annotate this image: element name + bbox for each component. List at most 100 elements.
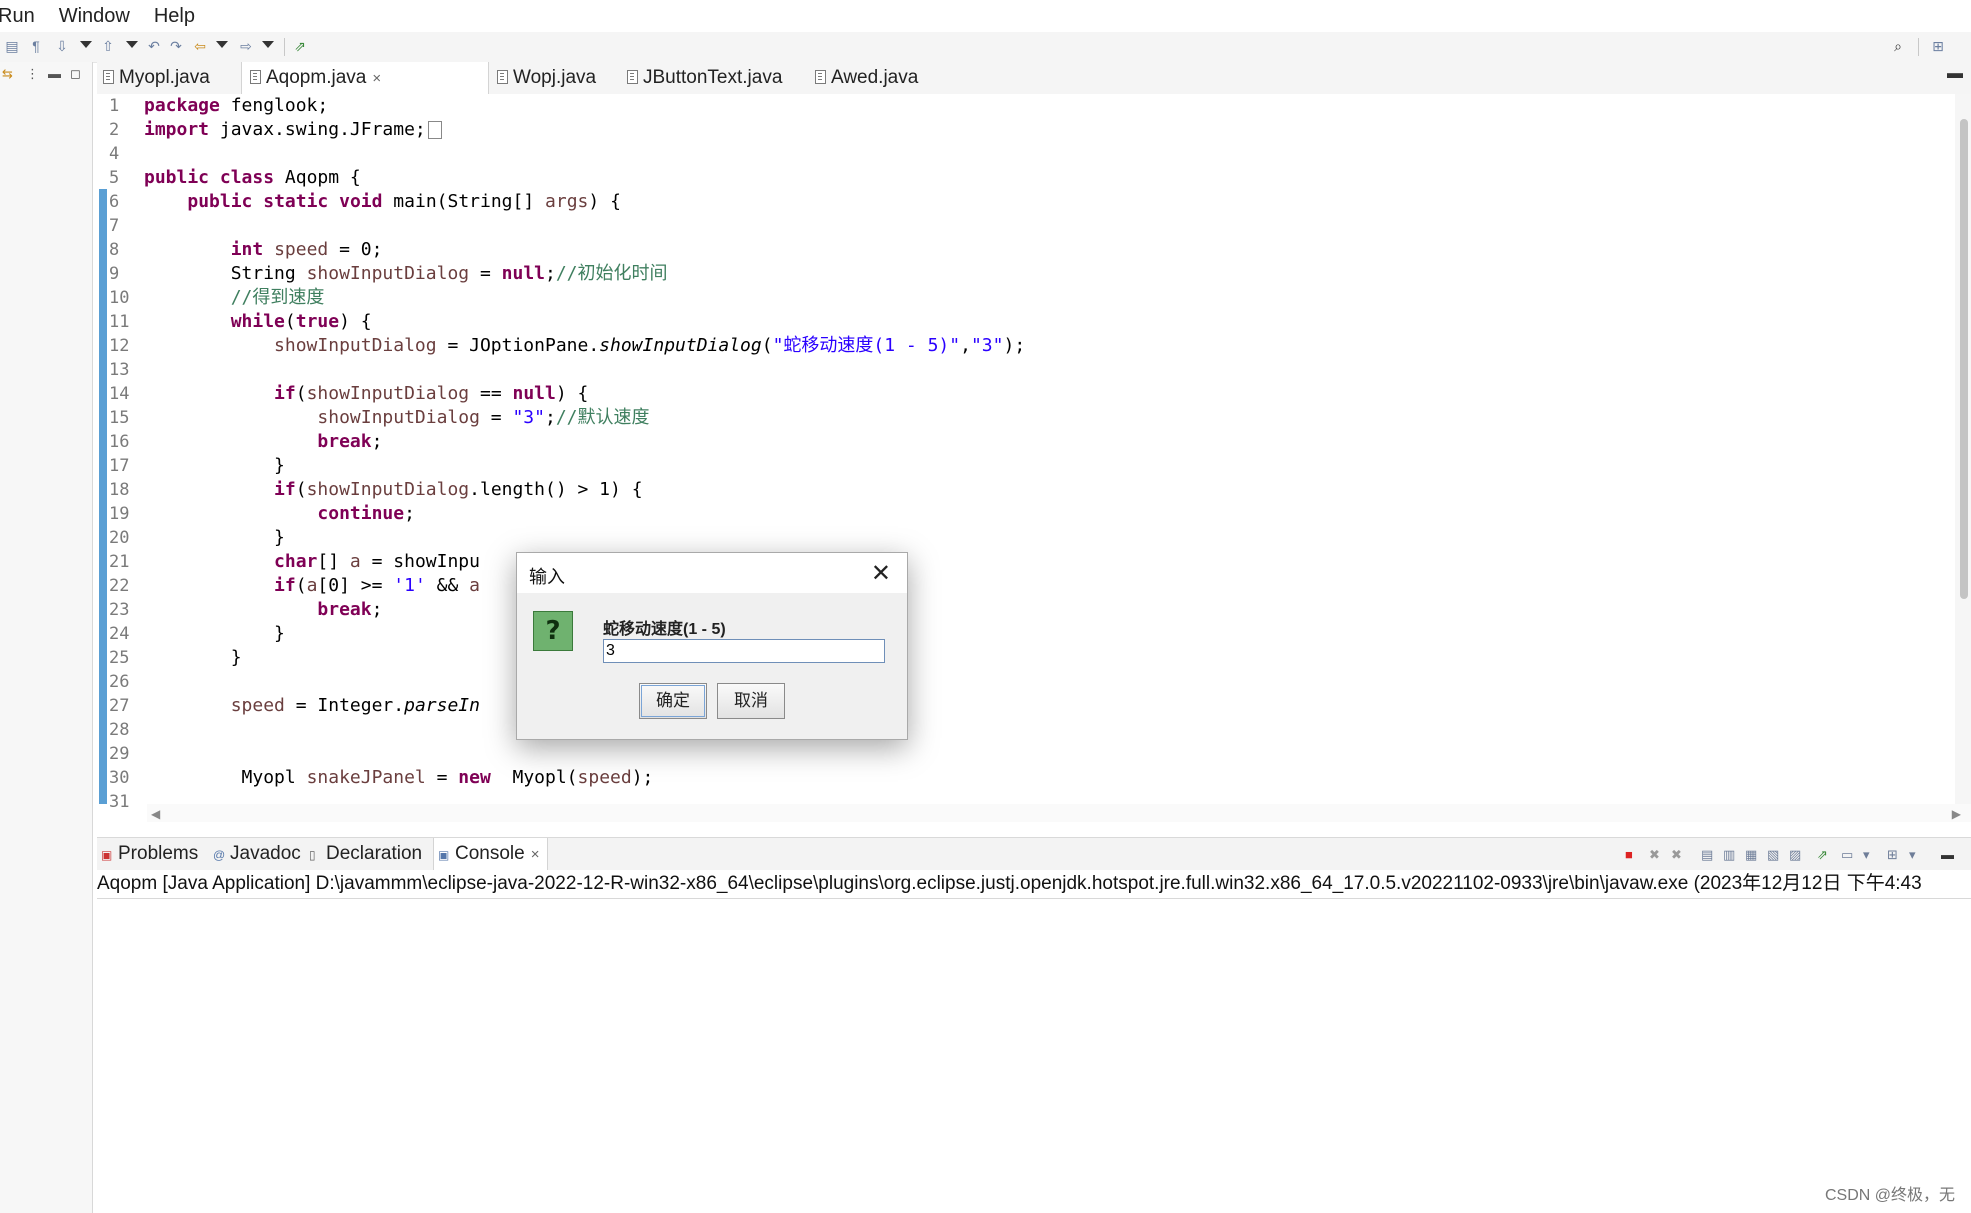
code-line[interactable]: break; [144, 598, 382, 622]
code-line[interactable]: if(showInputDialog == null) { [144, 382, 588, 406]
code-line[interactable]: import javax.swing.JFrame; [144, 118, 442, 142]
next-annotation-icon[interactable]: ⇩ [54, 38, 70, 54]
tab-wopj[interactable]: Wopj.java [497, 62, 627, 94]
folded-imports-icon[interactable] [427, 121, 442, 139]
pin-editor-icon[interactable]: ⇗ [292, 38, 308, 54]
code-line[interactable]: if(showInputDialog.length() > 1) { [144, 478, 642, 502]
line-number: 9 [109, 264, 120, 284]
line-number: 22 [109, 576, 130, 596]
view-menu-icon[interactable]: ⋮ [26, 66, 39, 82]
package-explorer-icon[interactable]: ⇆ [2, 66, 13, 82]
code-line[interactable]: public class Aqopm { [144, 166, 361, 190]
remove-launch-icon[interactable]: ✖ [1649, 847, 1660, 863]
code-line[interactable]: char[] a = showInpu [144, 550, 480, 574]
search-icon[interactable]: ⌕ [1890, 38, 1906, 54]
code-line[interactable]: String showInputDialog = null;//初始化时间 [144, 262, 668, 286]
line-number: 1 [109, 96, 120, 116]
tab-jbuttontext[interactable]: JButtonText.java [627, 62, 802, 94]
code-line[interactable]: int speed = 0; [144, 238, 383, 262]
menu-window[interactable]: Window [59, 5, 140, 28]
line-number: 13 [109, 360, 130, 380]
tab-aqopm[interactable]: Aqopm.java × [241, 62, 489, 94]
scrollbar-thumb[interactable] [1960, 119, 1968, 599]
chevron-down-icon[interactable] [80, 41, 92, 48]
scroll-left-icon[interactable]: ◀ [151, 807, 160, 821]
scroll-right-icon[interactable]: ▶ [1952, 807, 1961, 821]
chevron-down-icon[interactable]: ▾ [1863, 847, 1870, 863]
code-line[interactable]: if(a[0] >= '1' && a [144, 574, 480, 598]
code-line[interactable]: //得到速度 [144, 286, 325, 310]
back-arrow-icon[interactable]: ⇦ [192, 38, 208, 54]
pin-console-icon[interactable]: ⇗ [1817, 847, 1828, 863]
tab-console[interactable]: ▣ Console × [433, 838, 549, 870]
menu-bar: Run Window Help [0, 0, 1971, 32]
java-file-icon [103, 70, 114, 84]
tab-javadoc[interactable]: @ Javadoc [213, 838, 301, 870]
code-editor[interactable]: 1 2 4 5 6 7 8 9 10 11 12 13 14 15 16 17 18 19 20 21 22 23 24 25… [97, 94, 1971, 822]
code-line[interactable]: continue; [144, 502, 415, 526]
code-line[interactable]: } [144, 454, 285, 478]
code-line[interactable]: } [144, 622, 285, 646]
tab-label: Console [455, 843, 525, 864]
minimize-icon[interactable]: ▬ [48, 66, 61, 81]
forward-arrow-icon[interactable]: ⇨ [238, 38, 254, 54]
code-line[interactable]: break; [144, 430, 382, 454]
line-number: 15 [109, 408, 130, 428]
minimize-icon[interactable]: ▬ [1941, 847, 1954, 862]
watermark: CSDN @终极，无 [1824, 1187, 1955, 1204]
minimize-icon[interactable]: ▬ [1947, 65, 1963, 83]
menu-help[interactable]: Help [154, 5, 205, 28]
code-line[interactable]: } [144, 526, 285, 550]
chevron-down-icon[interactable] [262, 41, 274, 48]
code-line[interactable]: showInputDialog = JOptionPane.showInputD… [144, 334, 1025, 358]
terminate-icon[interactable]: ■ [1625, 847, 1633, 862]
word-wrap-icon[interactable]: ▦ [1745, 847, 1757, 863]
close-icon[interactable]: × [372, 70, 381, 87]
forward-edit-icon[interactable]: ↷ [168, 38, 184, 54]
horizontal-scrollbar[interactable]: ◀ ▶ [147, 804, 1971, 822]
menu-run[interactable]: Run [0, 5, 45, 28]
dialog-titlebar[interactable]: 输入 ✕ [517, 553, 907, 593]
tab-declaration[interactable]: ▯ Declaration [309, 838, 422, 870]
line-number: 28 [109, 720, 130, 740]
code-line[interactable]: while(true) { [144, 310, 372, 334]
scroll-lock-icon[interactable]: ▥ [1723, 847, 1735, 863]
ok-button[interactable]: 确定 [639, 683, 707, 719]
open-console-icon[interactable]: ⊞ [1887, 847, 1898, 863]
code-line[interactable]: } [144, 646, 242, 670]
vertical-scrollbar[interactable] [1955, 94, 1971, 804]
code-line[interactable]: public static void main(String[] args) { [144, 190, 621, 214]
show-on-error-icon[interactable]: ▨ [1789, 847, 1801, 863]
previous-annotation-icon[interactable]: ⇧ [100, 38, 116, 54]
code-line[interactable]: speed = Integer.parseIn [144, 694, 480, 718]
remove-all-terminated-icon[interactable]: ✖ [1671, 847, 1682, 863]
code-line[interactable]: package fenglook; [144, 94, 328, 118]
show-whitespace-icon[interactable]: ¶ [28, 38, 44, 54]
chevron-down-icon[interactable] [216, 41, 228, 48]
speed-input[interactable] [603, 639, 885, 663]
maximize-icon[interactable]: ◻ [70, 66, 81, 82]
line-number: 24 [109, 624, 130, 644]
tab-problems[interactable]: ▣ Problems [101, 838, 198, 870]
display-console-icon[interactable]: ▭ [1841, 847, 1853, 863]
code-line[interactable]: Myopl snakeJPanel = new Myopl(speed); [144, 766, 654, 790]
console-output[interactable] [97, 899, 1971, 1213]
show-on-output-icon[interactable]: ▧ [1767, 847, 1779, 863]
tab-myopl[interactable]: Myopl.java [103, 62, 231, 94]
clear-console-icon[interactable]: ▤ [1701, 847, 1713, 863]
tab-awed[interactable]: Awed.java [815, 62, 955, 94]
line-number: 16 [109, 432, 130, 452]
tab-label: JButtonText.java [643, 67, 783, 88]
last-edit-location-icon[interactable]: ↶ [146, 38, 162, 54]
chevron-down-icon[interactable]: ▾ [1909, 847, 1916, 863]
cancel-button[interactable]: 取消 [717, 683, 785, 719]
line-number: 5 [109, 168, 120, 188]
line-number: 4 [109, 144, 120, 164]
line-number: 10 [109, 288, 130, 308]
open-perspective-icon[interactable]: ⊞ [1930, 38, 1946, 54]
toggle-breadcrumb-icon[interactable]: ▤ [4, 38, 20, 54]
close-icon[interactable]: ✕ [871, 559, 891, 588]
close-icon[interactable]: × [531, 846, 540, 863]
code-line[interactable]: showInputDialog = "3";//默认速度 [144, 406, 649, 430]
chevron-down-icon[interactable] [126, 41, 138, 48]
